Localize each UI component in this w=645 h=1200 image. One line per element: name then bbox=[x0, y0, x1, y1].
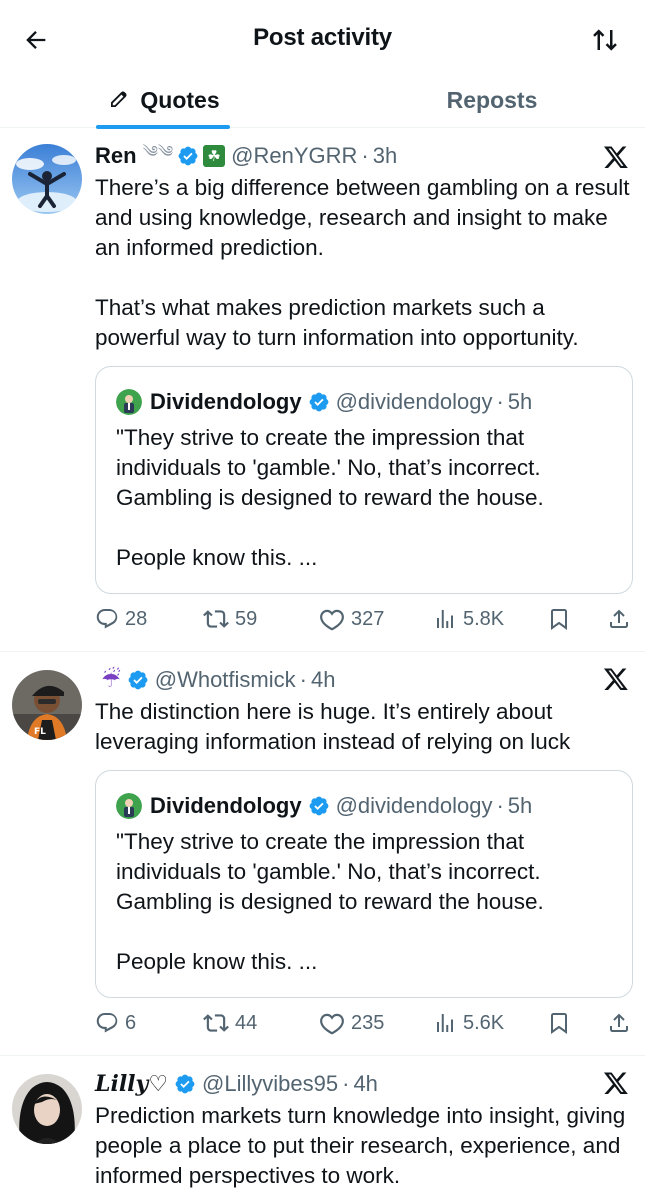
repost-count: 44 bbox=[235, 1011, 258, 1034]
umbrella-rain-emoji-icon: ☔ bbox=[101, 667, 121, 692]
like-button[interactable]: 327 bbox=[319, 602, 384, 636]
avatar[interactable] bbox=[12, 144, 82, 214]
verified-badge-icon bbox=[174, 1073, 196, 1095]
reply-icon bbox=[96, 609, 118, 629]
top-bar: Post activity bbox=[0, 0, 645, 78]
bookmark-button[interactable] bbox=[547, 602, 577, 636]
post-actions: 6 44 235 5.6K bbox=[95, 1006, 635, 1040]
quoted-avatar bbox=[116, 389, 142, 415]
repost-icon bbox=[203, 610, 229, 628]
bookmark-button[interactable] bbox=[547, 1006, 577, 1040]
share-button[interactable] bbox=[607, 602, 637, 636]
views-button[interactable]: 5.8K bbox=[433, 602, 504, 636]
quoted-post-header: Dividendology @dividendology · 5h bbox=[116, 387, 532, 417]
post-time[interactable]: 4h bbox=[311, 667, 335, 693]
reply-count: 6 bbox=[125, 1011, 137, 1034]
quoted-post-text: "They strive to create the impression th… bbox=[116, 425, 544, 570]
separator-dot: · bbox=[342, 1071, 350, 1096]
bookmark-icon bbox=[551, 1013, 567, 1034]
post-time[interactable]: 3h bbox=[373, 143, 397, 169]
repost-button[interactable]: 44 bbox=[203, 1006, 257, 1040]
post-item[interactable]: Lilly♡ @Lillyvibes95 · 4h Prediction mar… bbox=[0, 1056, 645, 1200]
quoted-author-name: Dividendology bbox=[150, 389, 302, 414]
page-title: Post activity bbox=[253, 24, 392, 51]
verified-badge-icon bbox=[177, 145, 199, 167]
separator-dot: · bbox=[299, 667, 307, 692]
quoted-author-handle: @dividendology bbox=[335, 389, 493, 414]
reply-button[interactable]: 28 bbox=[95, 602, 147, 636]
post-header: Ren ༄༄ ☘ @RenYGRR · 3h bbox=[95, 141, 625, 171]
clover-emoji-icon: ☘ bbox=[203, 145, 226, 167]
heart-icon bbox=[320, 609, 344, 631]
repost-icon bbox=[203, 1014, 229, 1032]
verified-badge-icon bbox=[308, 795, 330, 817]
views-chart-icon bbox=[437, 1014, 453, 1032]
like-count: 235 bbox=[351, 1011, 385, 1034]
post-item[interactable]: Ren ༄༄ ☘ @RenYGRR · 3h There’s a big dif… bbox=[0, 128, 645, 652]
post-text: The distinction here is huge. It’s entir… bbox=[95, 699, 571, 754]
post-text: There’s a big difference between gamblin… bbox=[95, 175, 630, 350]
share-button[interactable] bbox=[607, 1006, 637, 1040]
quoted-post-time: 5h bbox=[507, 793, 533, 818]
author-name[interactable]: Lilly♡ bbox=[95, 1071, 168, 1097]
avatar[interactable]: FL bbox=[12, 670, 82, 740]
share-icon bbox=[610, 1013, 628, 1032]
quoted-post-header: Dividendology @dividendology · 5h bbox=[116, 791, 532, 821]
post-text: Prediction markets turn knowledge into i… bbox=[95, 1103, 632, 1188]
quoted-author-handle: @dividendology bbox=[335, 793, 493, 818]
like-count: 327 bbox=[351, 607, 385, 630]
x-logo-icon bbox=[603, 666, 629, 692]
repost-button[interactable]: 59 bbox=[203, 602, 257, 636]
tab-bar: Quotes Reposts bbox=[0, 72, 645, 129]
post-header: Lilly♡ @Lillyvibes95 · 4h bbox=[95, 1069, 625, 1099]
reply-count: 28 bbox=[125, 607, 148, 630]
tab-quotes[interactable]: Quotes bbox=[96, 72, 230, 129]
x-logo-icon bbox=[603, 1070, 629, 1096]
views-chart-icon bbox=[437, 610, 453, 628]
tab-reposts[interactable]: Reposts bbox=[430, 72, 554, 128]
verified-badge-icon bbox=[127, 669, 149, 691]
quoted-author-name: Dividendology bbox=[150, 793, 302, 818]
sort-arrows-icon bbox=[593, 29, 617, 51]
bookmark-icon bbox=[551, 609, 567, 630]
wings-emoji-icon: ༄༄ bbox=[142, 143, 174, 161]
quoted-post-time: 5h bbox=[507, 389, 533, 414]
post-time[interactable]: 4h bbox=[353, 1071, 377, 1097]
post-header: ☔ @Whotfismick · 4h bbox=[95, 665, 625, 695]
post-actions: 28 59 327 5.8K bbox=[95, 602, 635, 636]
like-button[interactable]: 235 bbox=[319, 1006, 384, 1040]
separator-dot: · bbox=[496, 793, 504, 818]
svg-text:FL: FL bbox=[34, 727, 46, 737]
separator-dot: · bbox=[496, 389, 504, 414]
author-handle[interactable]: @Lillyvibes95 bbox=[202, 1071, 338, 1097]
repost-count: 59 bbox=[235, 607, 258, 630]
author-handle[interactable]: @Whotfismick bbox=[155, 667, 296, 693]
views-count: 5.6K bbox=[463, 1011, 505, 1034]
author-handle[interactable]: @RenYGRR bbox=[231, 143, 357, 169]
pencil-icon bbox=[106, 88, 130, 112]
quoted-avatar bbox=[116, 793, 142, 819]
tab-reposts-label: Reposts bbox=[446, 86, 538, 113]
separator-dot: · bbox=[361, 143, 369, 168]
reply-icon bbox=[96, 1013, 118, 1033]
quoted-post[interactable]: Dividendology @dividendology · 5h "They … bbox=[95, 770, 633, 998]
verified-badge-icon bbox=[308, 391, 330, 413]
avatar[interactable] bbox=[12, 1074, 82, 1144]
tab-quotes-label: Quotes bbox=[140, 86, 220, 113]
share-icon bbox=[610, 609, 628, 628]
x-logo-icon bbox=[603, 144, 629, 170]
sort-button[interactable] bbox=[587, 22, 623, 58]
quoted-post-text: "They strive to create the impression th… bbox=[116, 829, 544, 974]
reply-button[interactable]: 6 bbox=[95, 1006, 136, 1040]
views-count: 5.8K bbox=[463, 607, 505, 630]
quoted-post[interactable]: Dividendology @dividendology · 5h "They … bbox=[95, 366, 633, 594]
heart-icon bbox=[320, 1013, 344, 1035]
views-button[interactable]: 5.6K bbox=[433, 1006, 504, 1040]
post-item[interactable]: FL ☔ @Whotfismick · 4h The distinction h… bbox=[0, 652, 645, 1056]
author-name[interactable]: Ren bbox=[95, 143, 137, 169]
